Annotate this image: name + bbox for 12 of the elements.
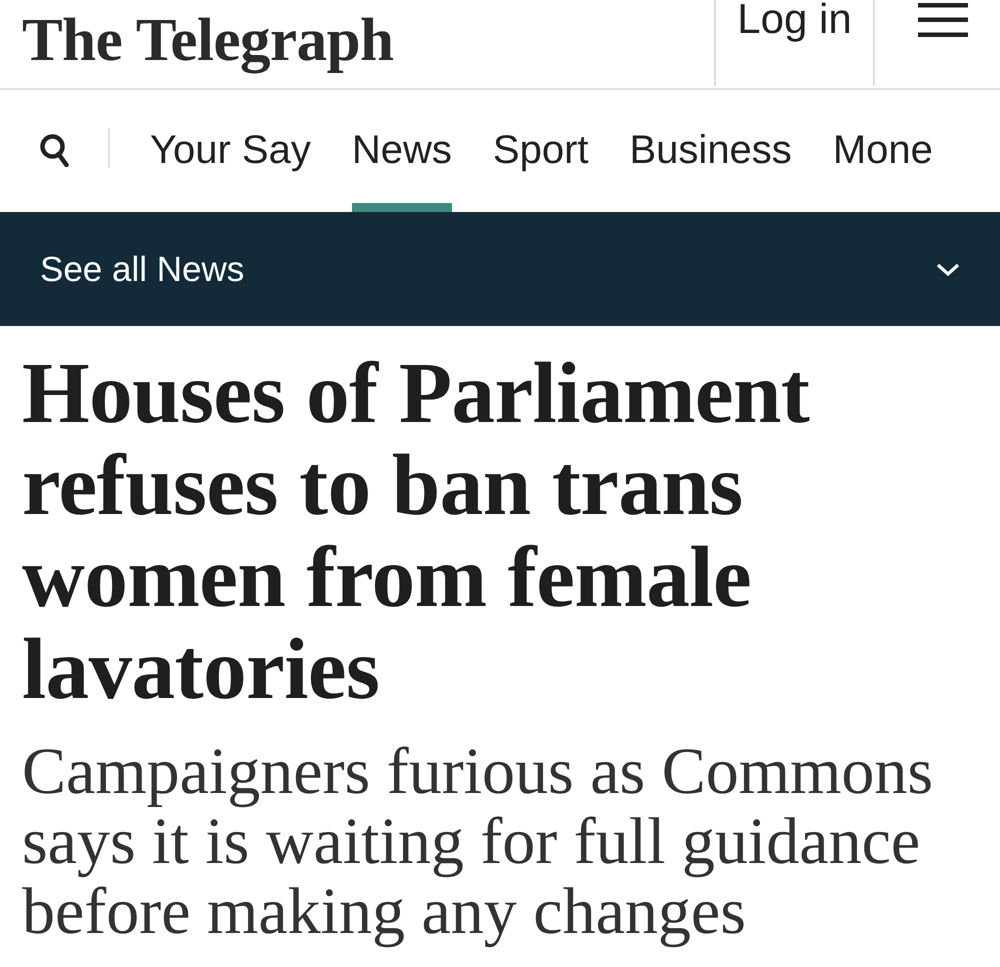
nav-tab[interactable]: Business [630, 90, 792, 212]
nav-tab[interactable]: Sport [492, 90, 588, 212]
menu-icon [918, 3, 968, 37]
nav-tab[interactable]: Mone [832, 90, 933, 212]
search-icon [40, 134, 69, 166]
search-button[interactable] [40, 134, 69, 166]
article-headline: Houses of Parliament refuses to ban trans women from female lavatories [22, 347, 810, 715]
login-button[interactable]: Log in [714, 0, 875, 86]
section-bar[interactable]: See all News [0, 212, 1000, 326]
article-standfirst: Campaigners furious as Commons says it is waiting for full guidance before making any changes [22, 737, 934, 947]
nav-tab[interactable]: Your Say [150, 90, 311, 212]
section-bar-label: See all News [40, 252, 244, 286]
